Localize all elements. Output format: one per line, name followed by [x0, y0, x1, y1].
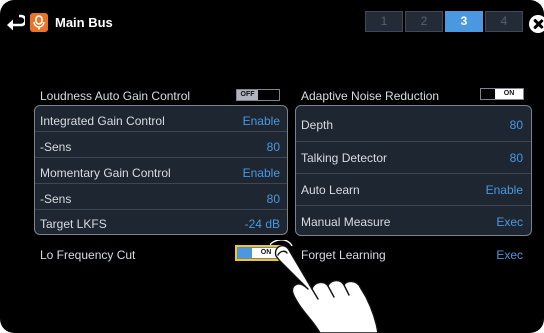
depth-value[interactable]: 80 — [440, 118, 523, 132]
manual-measure-value[interactable]: Exec — [440, 215, 523, 229]
talking-detector-label: Talking Detector — [301, 151, 388, 165]
loudness-toggle[interactable]: OFF — [236, 89, 280, 101]
momentary-gain-label: Momentary Gain Control — [40, 166, 171, 180]
forget-learning-value[interactable]: Exec — [440, 248, 523, 262]
auto-learn-value[interactable]: Enable — [440, 183, 523, 197]
toggle-state-label: OFF — [237, 90, 258, 100]
integrated-sens-value[interactable]: 80 — [200, 140, 280, 154]
manual-measure-label: Manual Measure — [301, 215, 391, 229]
toggle-state-label: ON — [495, 89, 523, 99]
target-lkfs-value[interactable]: -24 dB — [200, 217, 280, 231]
adaptive-noise-reduction-toggle[interactable]: ON — [480, 88, 524, 100]
momentary-sens-label: -Sens — [40, 192, 72, 206]
integrated-gain-value[interactable]: Enable — [200, 114, 280, 128]
microphone-icon — [30, 13, 48, 32]
talking-detector-value[interactable]: 80 — [440, 151, 523, 165]
adaptive-noise-reduction-label: Adaptive Noise Reduction — [301, 89, 440, 103]
pointing-hand-icon — [270, 240, 379, 333]
loudness-label: Loudness Auto Gain Control — [40, 89, 191, 103]
momentary-sens-value[interactable]: 80 — [200, 192, 280, 206]
return-arrow-icon[interactable] — [5, 14, 25, 32]
bank-tab-2[interactable]: 2 — [405, 11, 443, 32]
depth-label: Depth — [301, 118, 334, 132]
lo-frequency-cut-label: Lo Frequency Cut — [40, 248, 136, 262]
page-title: Main Bus — [55, 15, 113, 30]
bank-tab-4[interactable]: 4 — [485, 11, 523, 32]
target-lkfs-label: Target LKFS — [40, 217, 107, 231]
close-icon[interactable] — [529, 15, 544, 33]
integrated-sens-label: -Sens — [40, 140, 72, 154]
header: Main Bus 1 2 3 4 — [0, 0, 544, 44]
momentary-gain-value[interactable]: Enable — [200, 166, 280, 180]
bank-tab-3[interactable]: 3 — [445, 11, 483, 32]
integrated-gain-label: Integrated Gain Control — [40, 114, 165, 128]
auto-learn-label: Auto Learn — [301, 183, 360, 197]
bank-tabs: 1 2 3 4 — [365, 11, 525, 32]
bank-tab-1[interactable]: 1 — [365, 11, 403, 32]
